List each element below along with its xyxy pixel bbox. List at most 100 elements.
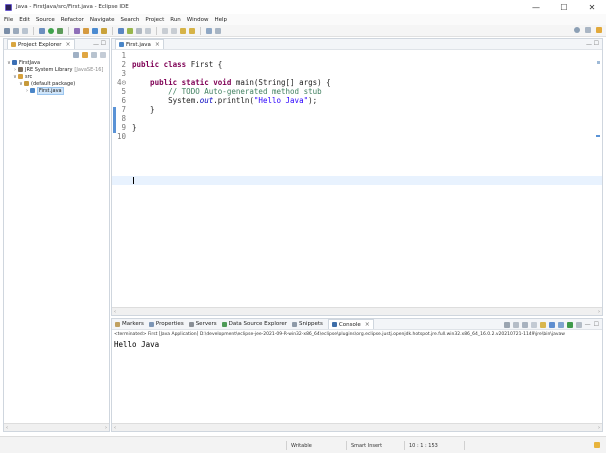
maximize-view-icon[interactable]: ☐: [594, 321, 599, 328]
tab-project-explorer[interactable]: Project Explorer ×: [7, 39, 75, 49]
minimize-view-icon[interactable]: —: [586, 41, 592, 48]
word-wrap-icon[interactable]: [539, 321, 546, 328]
scroll-left-icon[interactable]: ‹: [114, 309, 116, 315]
terminate-icon[interactable]: [503, 321, 510, 328]
toggle-mark-icon[interactable]: [136, 27, 142, 34]
back-icon[interactable]: [162, 27, 168, 34]
new-icon[interactable]: [4, 27, 10, 34]
menu-help[interactable]: Help: [214, 17, 227, 23]
menu-refactor[interactable]: Refactor: [61, 17, 84, 23]
search-icon[interactable]: [118, 27, 124, 34]
filter-icon[interactable]: [91, 51, 97, 58]
new-java-project-icon[interactable]: [74, 27, 80, 34]
tab-console[interactable]: Console ×: [327, 319, 374, 329]
scroll-right-icon[interactable]: ›: [105, 425, 107, 431]
tab-label: Console: [338, 321, 361, 328]
code-token: "Hello Java": [253, 96, 309, 105]
tab-first-java[interactable]: First.java ×: [115, 39, 164, 49]
new-class-icon[interactable]: [92, 27, 98, 34]
tree-item-project[interactable]: ∨ FirstJava: [6, 59, 109, 66]
code-text: System.out.println("Hello Java");: [128, 96, 317, 105]
maximize-button[interactable]: ☐: [550, 0, 578, 14]
minimize-view-icon[interactable]: —: [93, 41, 99, 48]
code-line[interactable]: 6 System.out.println("Hello Java");: [112, 96, 602, 105]
open-perspective-icon[interactable]: [585, 27, 591, 33]
code-line[interactable]: 10: [112, 132, 602, 141]
code-line[interactable]: 5 // TODO Auto-generated method stub: [112, 87, 602, 96]
tip-of-day-icon[interactable]: [594, 442, 600, 448]
menu-file[interactable]: File: [4, 17, 13, 23]
menu-project[interactable]: Project: [145, 17, 164, 23]
tab-snippets[interactable]: Snippets: [292, 321, 323, 327]
tab-markers[interactable]: Markers: [115, 321, 144, 327]
code-token: // TODO Auto-generated method stub: [132, 87, 322, 96]
source-folder-icon: [18, 74, 23, 79]
code-line[interactable]: 7 }: [112, 105, 602, 114]
tree-item-jre[interactable]: › JRE System Library [JavaSE-16]: [6, 66, 109, 73]
link-editor-icon[interactable]: [82, 51, 88, 58]
save-all-icon[interactable]: [22, 27, 28, 34]
collapse-all-icon[interactable]: [73, 51, 79, 58]
line-number: 5: [121, 87, 126, 96]
scroll-lock-icon[interactable]: [530, 321, 537, 328]
status-cursor-position[interactable]: 10 : 1 : 153: [404, 441, 464, 450]
search-icon[interactable]: [574, 27, 580, 33]
menu-navigate[interactable]: Navigate: [90, 17, 115, 23]
maximize-view-icon[interactable]: ☐: [101, 40, 106, 47]
last-edit-icon[interactable]: [206, 27, 212, 34]
scroll-left-icon[interactable]: ‹: [114, 425, 116, 431]
pin-editor-icon[interactable]: [215, 27, 221, 34]
run-last-icon[interactable]: [57, 27, 63, 34]
tab-properties[interactable]: Properties: [148, 321, 184, 327]
scroll-right-icon[interactable]: ›: [598, 309, 600, 315]
display-console-icon[interactable]: [557, 321, 564, 328]
console-hscrollbar[interactable]: ‹ ›: [112, 423, 602, 431]
close-icon[interactable]: ×: [65, 41, 70, 48]
minimize-view-icon[interactable]: —: [585, 321, 591, 328]
prev-annotation-icon[interactable]: [189, 27, 195, 34]
view-menu-icon[interactable]: [575, 321, 582, 328]
forward-icon[interactable]: [171, 27, 177, 34]
code-line[interactable]: 2 public class First {: [112, 60, 602, 69]
open-console-icon[interactable]: [566, 321, 573, 328]
debug-icon[interactable]: [39, 27, 45, 34]
editor-hscrollbar[interactable]: ‹ ›: [112, 307, 602, 315]
minimize-button[interactable]: —: [522, 0, 550, 14]
annotation-icon[interactable]: [127, 27, 133, 34]
menu-source[interactable]: Source: [36, 17, 55, 23]
explorer-hscrollbar[interactable]: ‹ ›: [4, 423, 109, 431]
pin-console-icon[interactable]: [548, 321, 555, 328]
close-button[interactable]: ✕: [578, 0, 606, 14]
remove-launch-icon[interactable]: [512, 321, 519, 328]
clear-console-icon[interactable]: [521, 321, 528, 328]
code-line[interactable]: 8: [112, 114, 602, 123]
code-line[interactable]: 9}: [112, 123, 602, 132]
console-output[interactable]: Hello Java: [112, 338, 602, 351]
scroll-left-icon[interactable]: ‹: [6, 425, 8, 431]
next-annotation-icon[interactable]: [180, 27, 186, 34]
tree-item-file[interactable]: › First.java: [6, 86, 109, 95]
run-icon[interactable]: [48, 27, 54, 34]
maximize-view-icon[interactable]: ☐: [594, 40, 599, 47]
save-icon[interactable]: [13, 27, 19, 34]
scroll-right-icon[interactable]: ›: [598, 425, 600, 431]
status-insert-mode[interactable]: Smart Insert: [346, 441, 404, 450]
close-icon[interactable]: ×: [365, 321, 370, 328]
code-editor[interactable]: 1 2 public class First {3 4⊝ public static …: [112, 50, 602, 316]
tab-data-source-explorer[interactable]: Data Source Explorer: [221, 321, 287, 327]
menu-edit[interactable]: Edit: [19, 17, 30, 23]
format-icon[interactable]: [145, 27, 151, 34]
java-perspective-icon[interactable]: [596, 27, 602, 33]
code-line[interactable]: 1: [112, 51, 602, 60]
open-type-icon[interactable]: [101, 27, 107, 34]
menu-search[interactable]: Search: [121, 17, 140, 23]
code-line[interactable]: 4⊝ public static void main(String[] args…: [112, 78, 602, 87]
menu-run[interactable]: Run: [170, 17, 181, 23]
code-line[interactable]: 3: [112, 69, 602, 78]
view-menu-icon[interactable]: [100, 51, 106, 58]
close-icon[interactable]: ×: [155, 41, 160, 48]
menu-window[interactable]: Window: [187, 17, 209, 23]
new-package-icon[interactable]: [83, 27, 89, 34]
tab-servers[interactable]: Servers: [188, 321, 217, 327]
tree-item-src[interactable]: ∨ src: [6, 73, 109, 80]
